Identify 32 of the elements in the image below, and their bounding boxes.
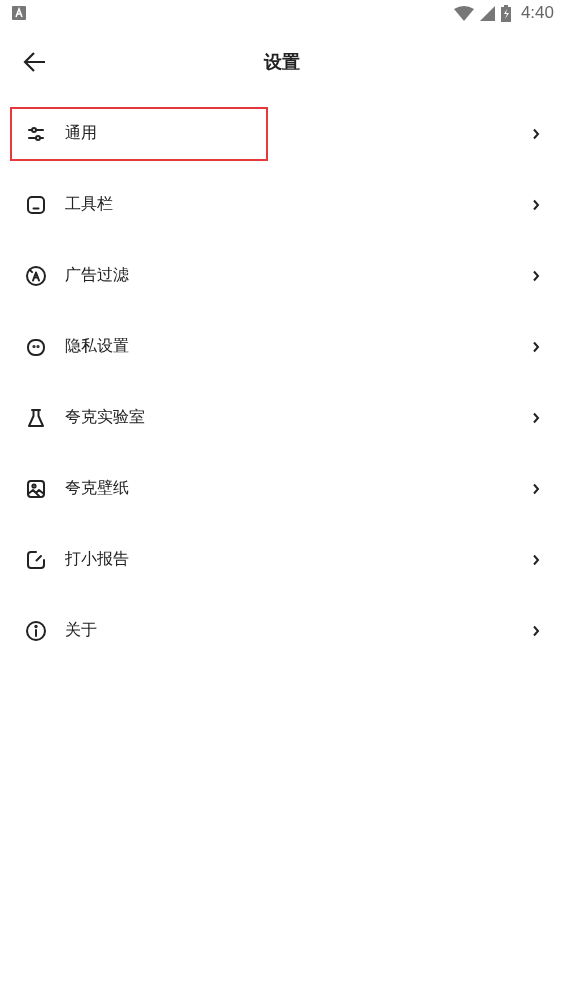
info-icon: [24, 618, 48, 643]
chevron-icon: [532, 340, 540, 353]
ad-block-icon: [24, 263, 48, 288]
settings-item[interactable]: 关于: [0, 595, 564, 666]
settings-item[interactable]: 夸克壁纸: [0, 453, 564, 524]
chevron-icon: [532, 624, 540, 637]
settings-item[interactable]: 工具栏: [0, 169, 564, 240]
item-label: 隐私设置: [65, 336, 129, 357]
page-title: 设置: [264, 50, 300, 74]
chevron-icon: [532, 269, 540, 282]
chevron-icon: [532, 482, 540, 495]
settings-item[interactable]: 通用: [0, 98, 564, 169]
settings-item[interactable]: 隐私设置: [0, 311, 564, 382]
item-label: 关于: [65, 620, 97, 641]
battery-icon: [500, 4, 511, 22]
item-label: 打小报告: [65, 549, 129, 570]
settings-item[interactable]: 夸克实验室: [0, 382, 564, 453]
chevron-icon: [532, 553, 540, 566]
clock-time: 4:40: [520, 3, 554, 23]
settings-item[interactable]: 广告过滤: [0, 240, 564, 311]
wifi-icon: [453, 5, 474, 21]
item-label: 夸克实验室: [65, 407, 145, 428]
chevron-icon: [532, 411, 540, 424]
item-label: 广告过滤: [65, 265, 129, 286]
chevron-icon: [532, 198, 540, 211]
item-label: 通用: [65, 123, 97, 144]
chevron-icon: [532, 127, 540, 140]
item-label: 夸克壁纸: [65, 478, 129, 499]
signal-icon: [479, 5, 495, 21]
settings-item[interactable]: 打小报告: [0, 524, 564, 595]
item-label: 工具栏: [65, 194, 113, 215]
notification-icon: [12, 6, 26, 20]
